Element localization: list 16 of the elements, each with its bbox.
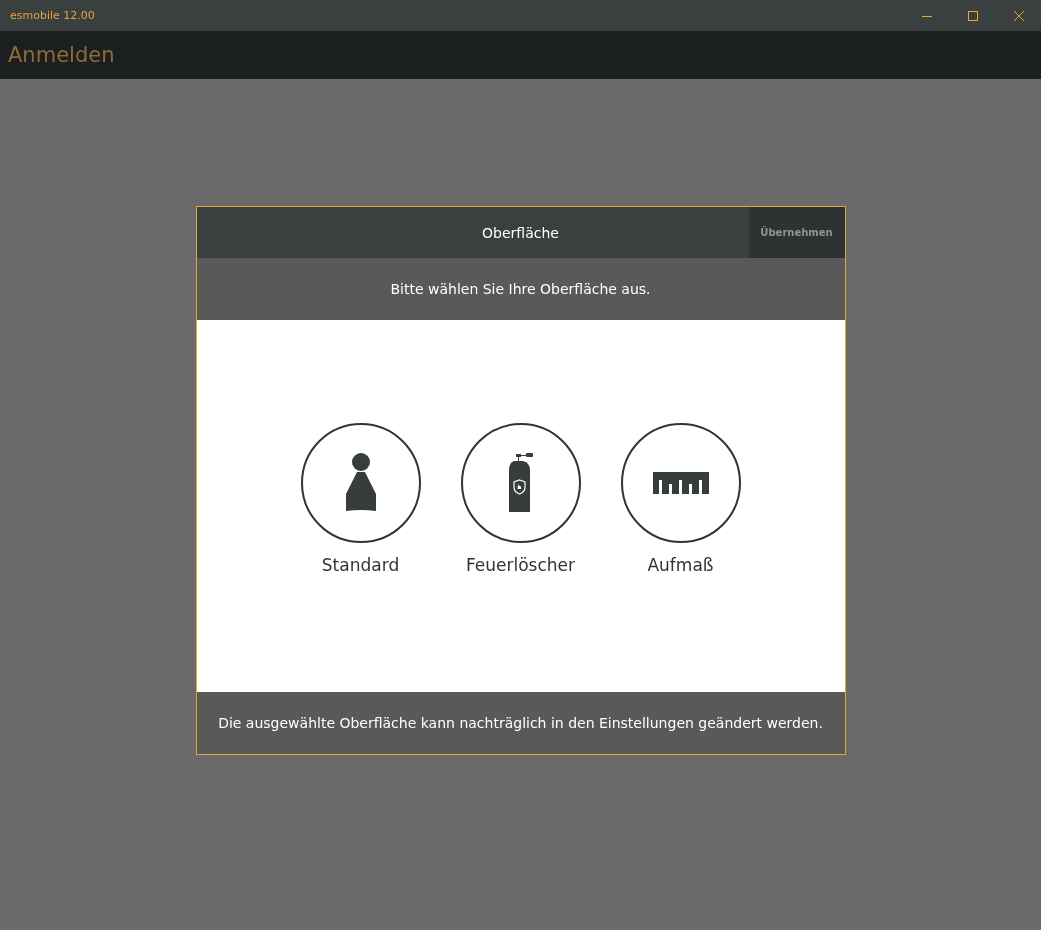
prompt-text: Bitte wählen Sie Ihre Oberfläche aus. [390, 281, 651, 297]
maximize-icon[interactable] [967, 9, 979, 22]
option-button[interactable] [620, 423, 741, 543]
page-title: Anmelden [8, 43, 115, 67]
window-title: esmobile 12.00 [10, 9, 95, 22]
ruler-icon [652, 472, 709, 494]
dialog-title: Oberfläche [482, 224, 559, 241]
footer-text: Die ausgewählte Oberfläche kann nachträglich in den Einstellungen geändert werden. [218, 715, 823, 731]
game-piece-icon [344, 453, 377, 513]
fire-extinguisher-icon [507, 453, 534, 513]
option-label: Feuerlöscher [465, 555, 576, 575]
option-label: Standard [321, 555, 400, 575]
option-button[interactable] [460, 423, 581, 543]
option-button[interactable] [300, 423, 421, 543]
option-label: Aufmaß [647, 555, 714, 575]
close-icon[interactable] [1013, 9, 1025, 22]
